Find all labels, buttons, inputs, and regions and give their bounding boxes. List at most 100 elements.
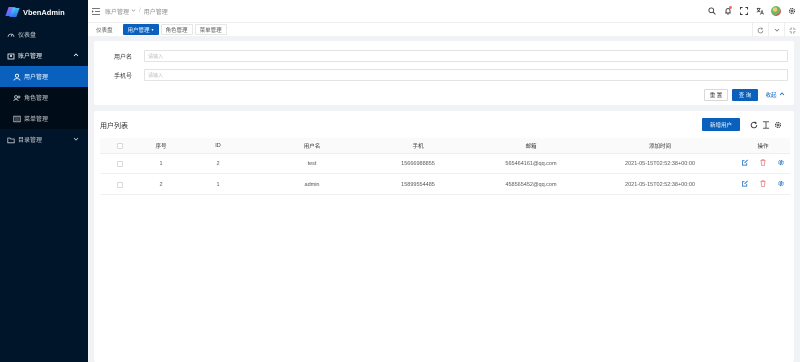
- folder-icon: [6, 135, 15, 144]
- chevron-down-icon[interactable]: [768, 23, 784, 37]
- phone-input[interactable]: 请输入: [144, 69, 788, 81]
- cell-created: 2021-05-15T02:52:38+00:00: [625, 181, 695, 188]
- cell-phone: 15899554485: [401, 181, 435, 188]
- account-submenu: 用户管理 角色管理 菜单管理: [0, 66, 88, 129]
- tab-dashboard[interactable]: 仪表盘: [92, 24, 117, 35]
- edit-icon[interactable]: [742, 180, 749, 189]
- column-header: 操作: [757, 143, 769, 150]
- column-header: 手机: [412, 143, 424, 150]
- table-row[interactable]: 1 2 test 15666988855 565464161@qq.com 20…: [100, 154, 790, 174]
- row-actions: [742, 154, 785, 173]
- cell-id: 1: [216, 181, 220, 188]
- breadcrumb: 账户管理 / 用户管理: [105, 7, 168, 16]
- tab-role-management[interactable]: 角色管理: [160, 24, 193, 35]
- sidebar-item-user-management[interactable]: 用户管理: [0, 66, 88, 87]
- chevron-up-icon: [73, 52, 79, 60]
- column-header: 添加时间: [648, 143, 672, 150]
- logo[interactable]: VbenAdmin: [0, 0, 88, 24]
- settings-icon[interactable]: [772, 120, 784, 130]
- sidebar-item-account[interactable]: 账户管理: [0, 45, 88, 66]
- tab-user-management[interactable]: 用户管理 ▾: [122, 24, 159, 35]
- settings-icon[interactable]: [784, 0, 800, 22]
- delete-icon[interactable]: [760, 159, 767, 168]
- cell-phone: 15666988855: [401, 160, 435, 167]
- cell-id: 2: [216, 160, 220, 167]
- sidebar-item-label: 目录管理: [18, 138, 43, 144]
- collapse-label: 收起: [765, 93, 777, 99]
- table-header: 序号 ID 用户名 手机 邮箱 添加时间 操作: [100, 138, 790, 154]
- column-header: 用户名: [303, 143, 321, 150]
- row-checkbox[interactable]: [117, 154, 123, 173]
- sidebar-item-label: 用户管理: [24, 75, 49, 81]
- table-title: 用户列表: [100, 123, 128, 130]
- sidebar-item-label: 菜单管理: [24, 117, 49, 123]
- user-table-card: 用户列表 新增用户 序号 ID 用户名 手机 邮箱 添加时间 操作 1 2 te…: [94, 111, 794, 362]
- fold-tabs-icon[interactable]: [784, 23, 800, 37]
- tab-label: 用户管理: [127, 27, 150, 34]
- settings-icon[interactable]: [778, 159, 785, 168]
- cell-email: 458565452@qq.com: [505, 181, 557, 188]
- row-actions: [742, 175, 785, 194]
- menu-icon: [12, 114, 21, 123]
- fullscreen-icon[interactable]: [736, 0, 752, 22]
- column-height-icon[interactable]: [760, 120, 772, 130]
- user-icon: [12, 72, 21, 81]
- breadcrumb-separator: /: [139, 8, 141, 14]
- breadcrumb-item[interactable]: 用户管理: [144, 7, 168, 16]
- table-row[interactable]: 2 1 admin 15899554485 458565452@qq.com 2…: [100, 175, 790, 195]
- bell-icon[interactable]: [720, 0, 736, 22]
- app-name: VbenAdmin: [23, 7, 65, 17]
- header: 账户管理 / 用户管理: [88, 0, 800, 22]
- cell-index: 2: [159, 181, 163, 188]
- sidebar-item-label: 仪表盘: [18, 33, 37, 39]
- sidebar-item-role-management[interactable]: 角色管理: [0, 87, 88, 108]
- notification-dot: [729, 6, 732, 9]
- settings-icon[interactable]: [778, 180, 785, 189]
- sidebar-item-directory[interactable]: 目录管理: [0, 129, 88, 150]
- cell-created: 2021-05-15T02:52:38+00:00: [625, 160, 695, 167]
- username-input[interactable]: 请输入: [144, 50, 788, 62]
- sidebar-item-dashboard[interactable]: 仪表盘: [0, 24, 88, 45]
- breadcrumb-item[interactable]: 账户管理: [105, 7, 129, 16]
- cell-email: 565464161@qq.com: [505, 160, 557, 167]
- tab-bar: 仪表盘 用户管理 ▾ 角色管理 菜单管理: [88, 22, 800, 37]
- table-toolbar: [748, 120, 784, 130]
- column-header: 序号: [155, 143, 167, 150]
- menu-fold-icon[interactable]: [92, 7, 100, 15]
- form-row-phone: 手机号 请输入: [94, 69, 794, 81]
- edit-icon[interactable]: [742, 159, 749, 168]
- sidebar-item-label: 账户管理: [18, 54, 43, 60]
- username-label: 用户名: [113, 54, 132, 61]
- caret-down-icon: ▾: [151, 27, 154, 32]
- chevron-down-icon: [131, 8, 136, 15]
- cell-username: test: [307, 160, 317, 167]
- chevron-down-icon: [73, 136, 79, 144]
- sidebar-item-label: 角色管理: [24, 96, 49, 102]
- account-icon: [6, 51, 15, 60]
- row-checkbox[interactable]: [117, 175, 123, 194]
- sidebar-item-menu-management[interactable]: 菜单管理: [0, 108, 88, 129]
- tab-menu-management[interactable]: 菜单管理: [194, 24, 227, 35]
- column-header: 邮箱: [525, 143, 537, 150]
- add-user-button[interactable]: 新增用户: [702, 118, 740, 131]
- cell-username: admin: [304, 181, 320, 188]
- search-icon[interactable]: [704, 0, 720, 22]
- dashboard-icon: [6, 30, 15, 39]
- refresh-icon[interactable]: [752, 23, 768, 37]
- delete-icon[interactable]: [760, 180, 767, 189]
- query-button[interactable]: 查 询: [732, 89, 758, 101]
- phone-label: 手机号: [113, 73, 132, 80]
- reset-button[interactable]: 重 置: [704, 89, 728, 101]
- tab-actions: [752, 23, 800, 37]
- select-all-checkbox[interactable]: [117, 138, 123, 153]
- language-icon[interactable]: [752, 0, 768, 22]
- role-icon: [12, 93, 21, 102]
- refresh-icon[interactable]: [748, 120, 760, 130]
- column-header: ID: [215, 142, 221, 149]
- header-actions: [704, 0, 800, 22]
- collapse-button[interactable]: 收起: [762, 89, 788, 101]
- avatar[interactable]: [768, 0, 784, 22]
- search-form: 用户名 请输入 手机号 请输入 重 置 查 询 收起: [94, 41, 794, 105]
- form-row-username: 用户名 请输入: [94, 50, 794, 62]
- cell-index: 1: [159, 160, 163, 167]
